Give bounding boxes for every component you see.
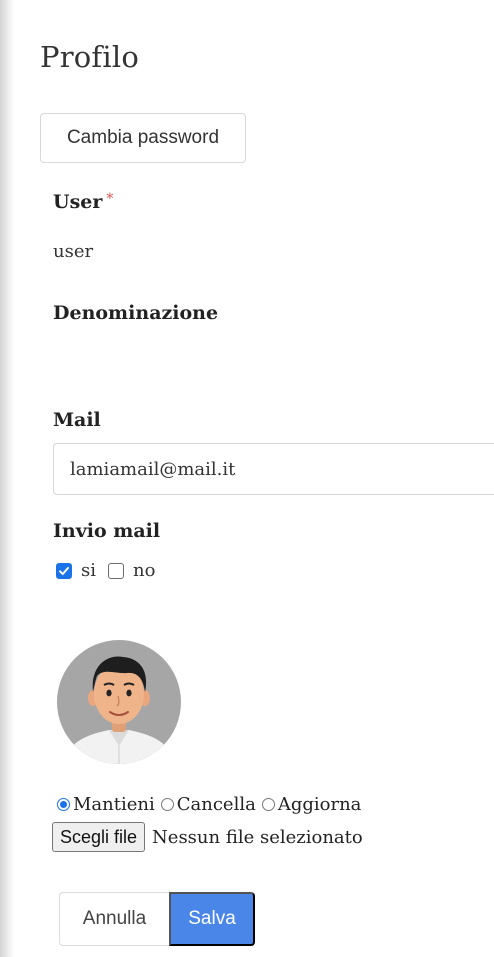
avatar-options: Mantieni Cancella Aggiorna	[57, 794, 367, 815]
radio-mantieni-label: Mantieni	[73, 794, 155, 815]
file-status-text: Nessun file selezionato	[152, 826, 363, 848]
user-label-text: User	[53, 191, 103, 213]
denominazione-label: Denominazione	[53, 302, 219, 324]
radio-aggiorna[interactable]	[261, 798, 275, 811]
radio-cancella-label: Cancella	[176, 794, 256, 815]
radio-cancella[interactable]	[160, 798, 174, 811]
user-avatar-icon	[57, 640, 181, 764]
checkbox-no[interactable]	[108, 562, 124, 579]
checkbox-si[interactable]	[56, 562, 72, 579]
checkbox-no-label: no	[133, 560, 156, 581]
mail-label: Mail	[53, 409, 101, 431]
sidebar-shadow	[0, 0, 14, 957]
denominazione-value	[53, 340, 483, 380]
checkmark-icon	[59, 566, 69, 575]
invio-mail-label: Invio mail	[53, 520, 161, 542]
choose-file-button[interactable]: Scegli file	[52, 822, 146, 852]
file-picker: Scegli file Nessun file selezionato	[52, 822, 363, 852]
cancel-button[interactable]: Annulla	[59, 892, 169, 946]
required-asterisk: *	[106, 191, 114, 207]
invio-mail-options: si no	[56, 560, 167, 581]
user-value: user	[53, 241, 94, 262]
radio-mantieni[interactable]	[57, 798, 70, 811]
save-button[interactable]: Salva	[169, 892, 255, 946]
mail-input[interactable]	[53, 443, 494, 495]
page-title: Profilo	[40, 40, 139, 74]
user-field-label: User *	[53, 191, 113, 213]
radio-aggiorna-label: Aggiorna	[277, 794, 362, 815]
checkbox-si-label: si	[81, 560, 96, 581]
change-password-button[interactable]: Cambia password	[40, 113, 246, 163]
